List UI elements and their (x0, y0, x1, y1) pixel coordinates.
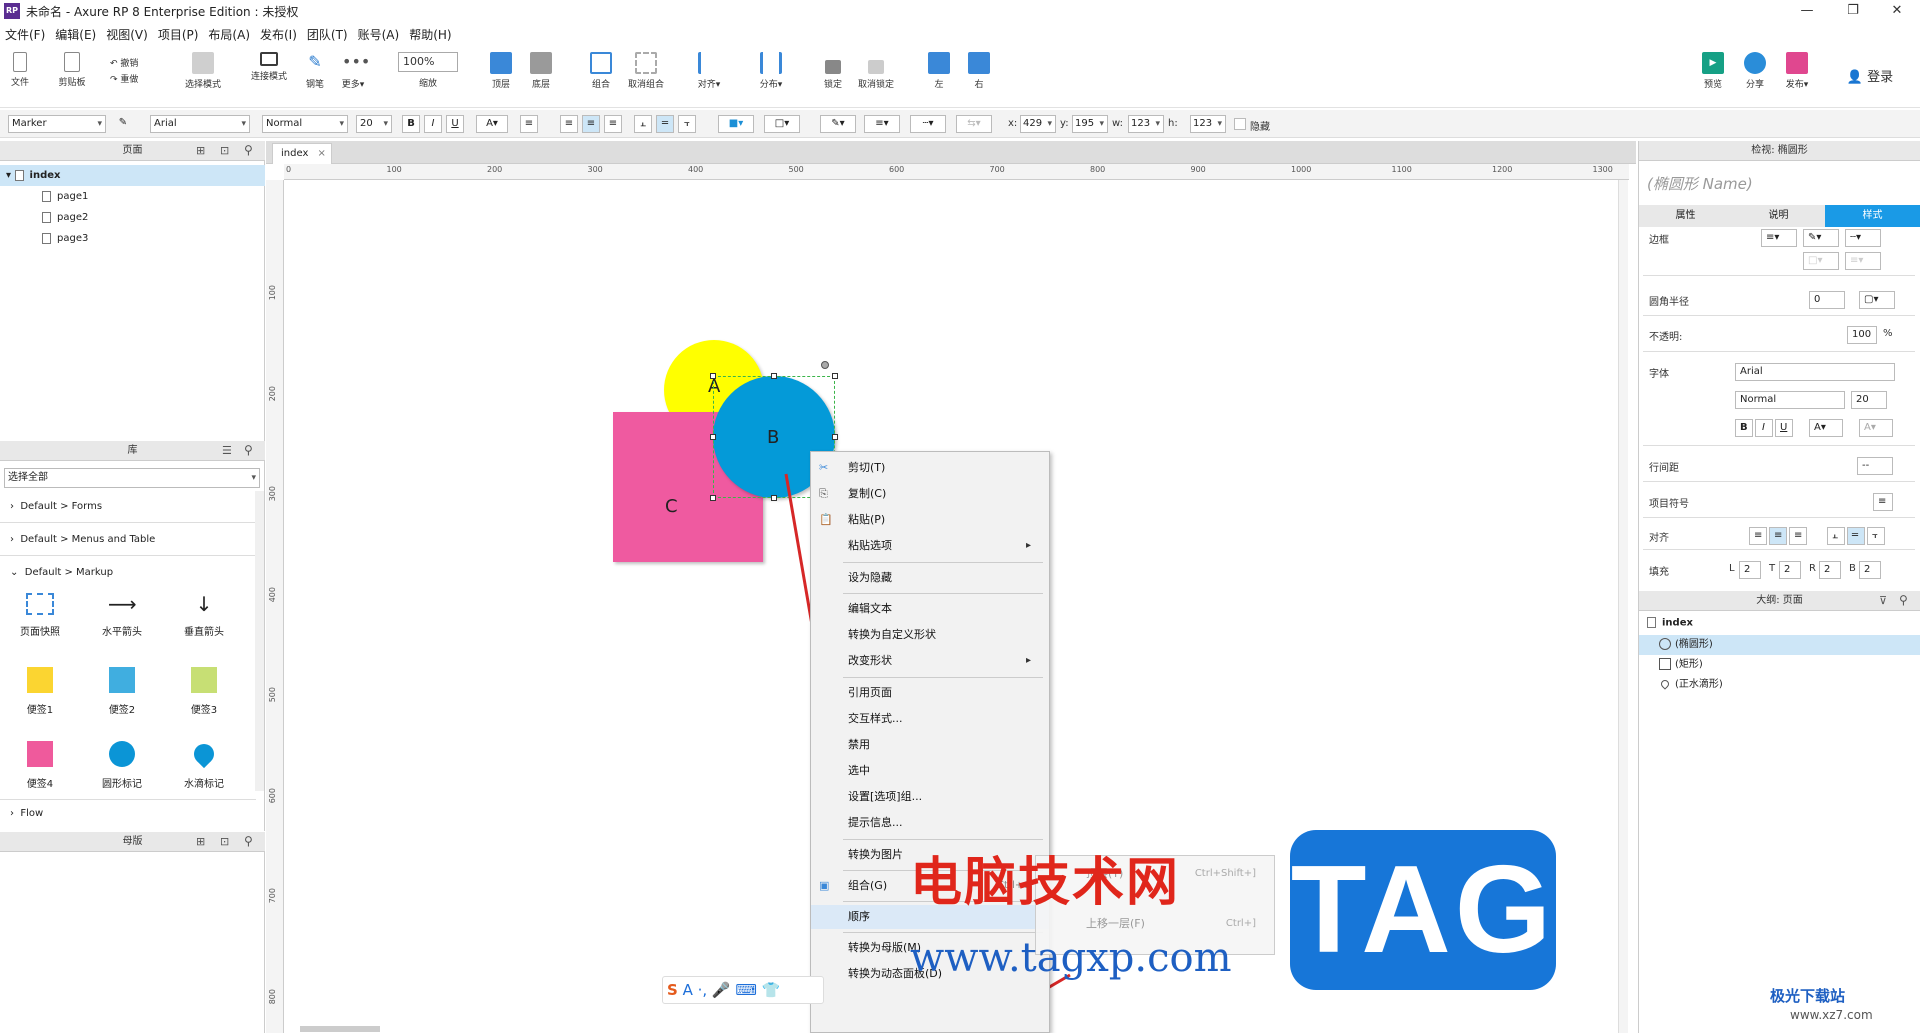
inspector-separator (1643, 517, 1915, 518)
submenu-arrow-icon: ▸ (1025, 540, 1031, 551)
paste-icon: 📋 (819, 513, 833, 526)
copy-icon: ⎘ (819, 487, 828, 500)
drop-icon (1659, 678, 1671, 690)
tab-properties[interactable]: 属性 (1639, 205, 1732, 227)
rectangle-icon (1659, 658, 1671, 670)
arrow-style-select[interactable]: ≡▾ (1845, 252, 1881, 270)
font-weight-select[interactable]: Normal (1735, 391, 1845, 409)
inspector-separator (1643, 549, 1915, 550)
scissors-icon: ✂ (819, 461, 829, 474)
inspector-font-color[interactable]: A▾ (1809, 419, 1843, 437)
ctx-reference-page[interactable]: 引用页面 (811, 681, 1049, 705)
ctx-separator (843, 677, 1043, 678)
tab-notes[interactable]: 说明 (1732, 205, 1825, 227)
opacity-unit: % (1883, 328, 1893, 339)
bullets-button[interactable]: ≡ (1873, 493, 1893, 511)
inspector-separator (1643, 481, 1915, 482)
inspector-bold-button[interactable]: B (1735, 419, 1753, 437)
outline-search-icon[interactable]: ⚲ (1899, 593, 1908, 607)
inspector-align-center[interactable]: ≡ (1769, 527, 1787, 545)
outline-item-drop[interactable]: (正水滴形) (1639, 675, 1920, 695)
opacity-field[interactable]: 100 (1847, 326, 1877, 344)
page-icon (1647, 617, 1656, 628)
filter-icon[interactable]: ⊽ (1879, 594, 1887, 607)
group-icon: ▣ (819, 879, 830, 892)
font-size-select[interactable]: 20 (1851, 391, 1887, 409)
line-spacing-label: 行间距 (1649, 463, 1679, 474)
outline-item-ellipse[interactable]: (椭圆形) (1639, 635, 1920, 655)
inspector-valign-bottom[interactable]: ⫟ (1867, 527, 1885, 545)
inspector-header: 检视: 椭圆形 (1639, 141, 1920, 161)
outline-root[interactable]: index (1647, 617, 1693, 629)
padding-t-field[interactable]: 2 (1779, 561, 1801, 579)
corner-style-select[interactable]: ▢▾ (1859, 291, 1895, 309)
font-family-select[interactable]: Arial (1735, 363, 1895, 381)
padding-t-label: T (1769, 563, 1776, 574)
inspector-tabs: 属性 说明 样式 (1639, 205, 1920, 227)
opacity-label: 不透明: (1649, 332, 1683, 343)
submenu-bring-forward[interactable]: 上移一层(F) Ctrl+] (1036, 912, 1274, 936)
inspector-separator (1643, 275, 1915, 276)
border-visibility-select[interactable]: □▾ (1803, 252, 1839, 270)
inspector-valign-middle[interactable]: ═ (1847, 527, 1865, 545)
padding-b-label: B (1849, 563, 1856, 574)
ctx-tooltip[interactable]: 提示信息... (811, 811, 1049, 835)
watermark-site-name: 极光下载站 (1770, 987, 1846, 1005)
align-label: 对齐 (1649, 533, 1669, 544)
ctx-cut[interactable]: ✂ 剪切(T) (811, 456, 1049, 480)
line-spacing-select[interactable]: -- (1857, 457, 1893, 475)
ctx-interaction-styles[interactable]: 交互样式... (811, 707, 1049, 731)
border-color-select[interactable]: ✎▾ (1803, 229, 1839, 247)
inspector-align-left[interactable]: ≡ (1749, 527, 1767, 545)
ctx-separator (843, 932, 1043, 933)
inspector-italic-button[interactable]: I (1755, 419, 1773, 437)
padding-r-field[interactable]: 2 (1819, 561, 1841, 579)
ctx-paste-options[interactable]: 粘贴选项 ▸ (811, 534, 1049, 558)
ctx-set-hidden[interactable]: 设为隐藏 (811, 566, 1049, 590)
ctx-selection-group[interactable]: 设置[选项]组... (811, 785, 1049, 809)
ellipse-icon (1659, 638, 1671, 650)
inspector-separator (1643, 351, 1915, 352)
ime-logo-icon: S (667, 981, 678, 999)
corner-radius-label: 圆角半径 (1649, 297, 1689, 308)
watermark-site-url: www.xz7.com (1790, 1008, 1873, 1022)
padding-b-field[interactable]: 2 (1859, 561, 1881, 579)
corner-radius-field[interactable]: 0 (1809, 291, 1845, 309)
ctx-disable[interactable]: 禁用 (811, 733, 1049, 757)
ctx-separator (843, 593, 1043, 594)
outline-header: 大纲: 页面 (1639, 591, 1920, 611)
inspector-panel: 检视: 椭圆形 (椭圆形 Name) 属性 说明 样式 边框 ≡▾ ✎▾ ┄▾ … (1638, 141, 1920, 1033)
inspector-separator (1643, 315, 1915, 316)
inspector-text-shadow[interactable]: A▾ (1859, 419, 1893, 437)
ctx-separator (843, 562, 1043, 563)
submenu-arrow-icon: ▸ (1025, 655, 1031, 666)
ctx-edit-text[interactable]: 编辑文本 (811, 597, 1049, 621)
padding-r-label: R (1809, 563, 1816, 574)
border-style-select[interactable]: ┄▾ (1845, 229, 1881, 247)
padding-l-field[interactable]: 2 (1739, 561, 1761, 579)
ctx-change-shape[interactable]: 改变形状 ▸ (811, 649, 1049, 673)
inspector-separator (1643, 445, 1915, 446)
watermark-tag-logo: TAG (1290, 830, 1556, 990)
font-label: 字体 (1649, 369, 1669, 380)
ctx-paste[interactable]: 📋 粘贴(P) (811, 508, 1049, 532)
bullets-label: 项目符号 (1649, 499, 1689, 510)
watermark-url: www.tagxp.com (910, 935, 1232, 981)
border-label: 边框 (1649, 235, 1669, 246)
inspector-valign-top[interactable]: ⫠ (1827, 527, 1845, 545)
inspector-underline-button[interactable]: U (1775, 419, 1793, 437)
outline-item-rectangle[interactable]: (矩形) (1639, 655, 1920, 675)
padding-label: 填充 (1649, 567, 1669, 578)
ime-toolbar[interactable]: S A ·, 🎤 ⌨ 👕 (662, 976, 824, 1004)
shape-name-field[interactable]: (椭圆形 Name) (1647, 173, 1753, 194)
ctx-selected[interactable]: 选中 (811, 759, 1049, 783)
watermark-text: 电脑技术网 (910, 852, 1181, 913)
border-width-select[interactable]: ≡▾ (1761, 229, 1797, 247)
inspector-align-right[interactable]: ≡ (1789, 527, 1807, 545)
padding-l-label: L (1729, 563, 1735, 574)
tab-style[interactable]: 样式 (1825, 205, 1920, 227)
ctx-convert-custom-shape[interactable]: 转换为自定义形状 (811, 623, 1049, 647)
ime-icons: A ·, 🎤 ⌨ 👕 (682, 981, 781, 999)
ctx-copy[interactable]: ⎘ 复制(C) (811, 482, 1049, 506)
